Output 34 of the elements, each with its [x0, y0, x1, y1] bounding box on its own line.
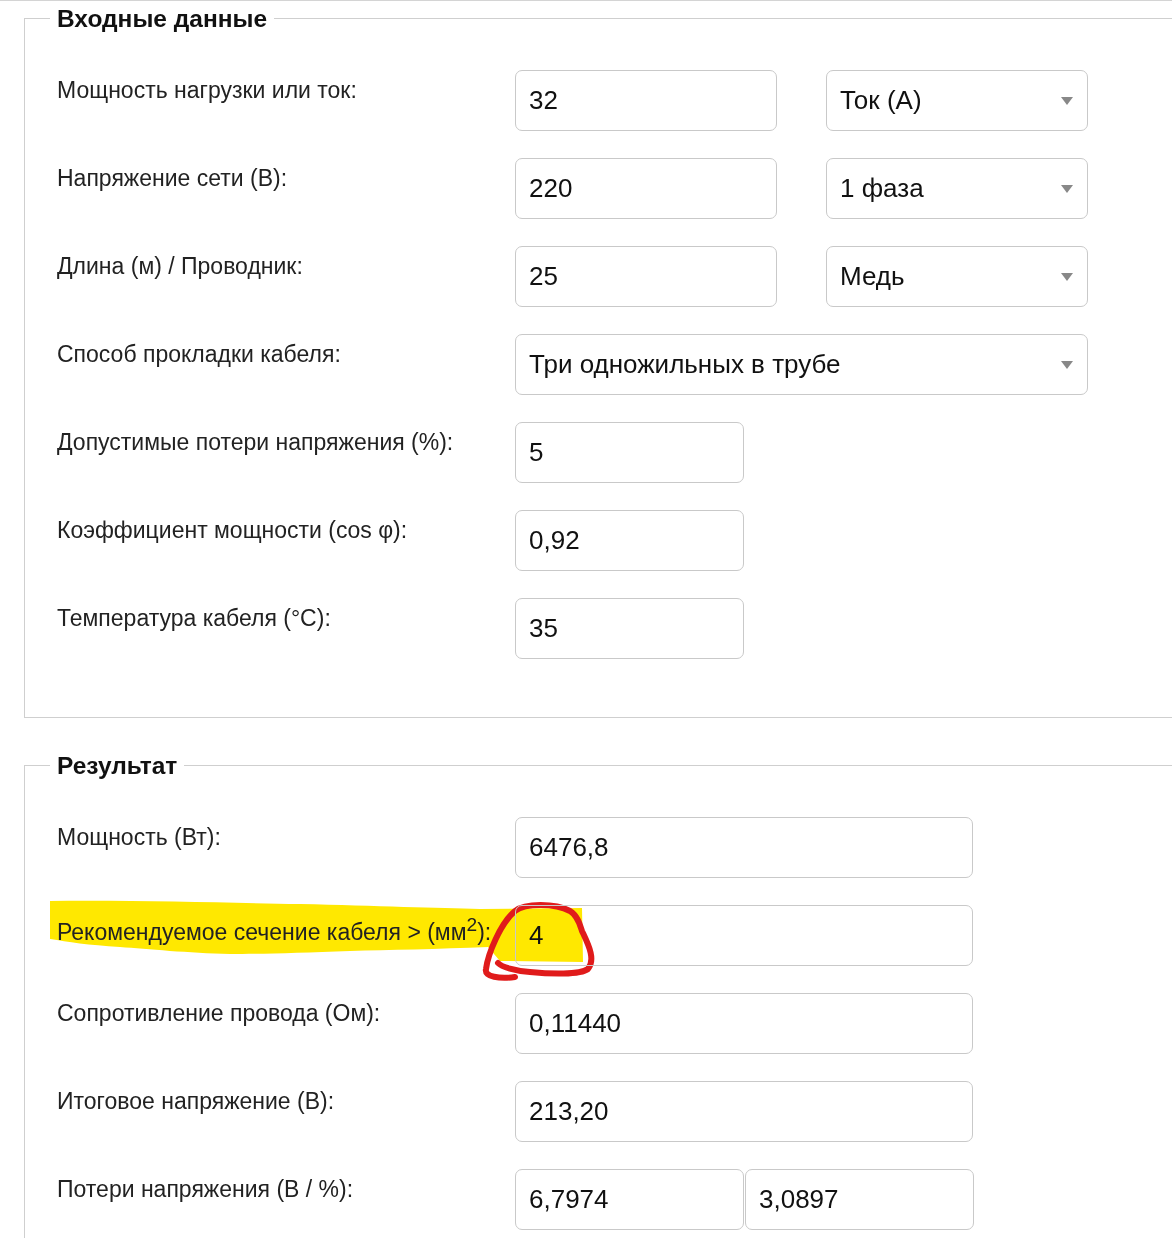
input-field[interactable]: 5: [515, 422, 744, 483]
field-label: Коэффициент мощности (cos φ):: [57, 516, 409, 543]
input-field[interactable]: 25: [515, 246, 777, 307]
field-label: Рекомендуемое сечение кабеля > (мм$^{2}$):: [57, 913, 493, 945]
field-label: Допустимые потери напряжения (%):: [57, 428, 455, 455]
result-field: 4: [515, 905, 973, 966]
caret-icon: [1061, 96, 1073, 105]
field-label: Мощность (Вт):: [57, 823, 222, 850]
caret-icon: [1061, 184, 1073, 193]
result-field: 213,20: [515, 1081, 973, 1142]
dropdown[interactable]: Медь: [826, 246, 1088, 307]
field-label: Напряжение сети (В):: [57, 164, 289, 191]
field-label: Мощность нагрузки или ток:: [57, 76, 358, 103]
result-field: 6476,8: [515, 817, 973, 878]
caret-icon: [1061, 360, 1073, 369]
caret-icon: [1061, 272, 1073, 281]
input-field[interactable]: 0,92: [515, 510, 744, 571]
section-title: Входные данные: [56, 4, 269, 33]
dropdown[interactable]: Три одножильных в трубе: [515, 334, 1088, 395]
section-title: Результат: [56, 751, 179, 780]
result-field: 6,7974: [515, 1169, 744, 1230]
dropdown[interactable]: 1 фаза: [826, 158, 1088, 219]
input-field[interactable]: 35: [515, 598, 744, 659]
field-label: Потери напряжения (В / %):: [57, 1175, 355, 1202]
input-field[interactable]: 220: [515, 158, 777, 219]
result-field: 3,0897: [745, 1169, 974, 1230]
field-label: Итоговое напряжение (В):: [57, 1087, 336, 1114]
dropdown[interactable]: Ток (А): [826, 70, 1088, 131]
field-label: Способ прокладки кабеля:: [57, 340, 342, 367]
field-label: Температура кабеля (°C):: [57, 604, 332, 631]
result-field: 0,11440: [515, 993, 973, 1054]
input-field[interactable]: 32: [515, 70, 777, 131]
field-label: Сопротивление провода (Ом):: [57, 999, 382, 1026]
field-label: Длина (м) / Проводник:: [57, 252, 304, 279]
